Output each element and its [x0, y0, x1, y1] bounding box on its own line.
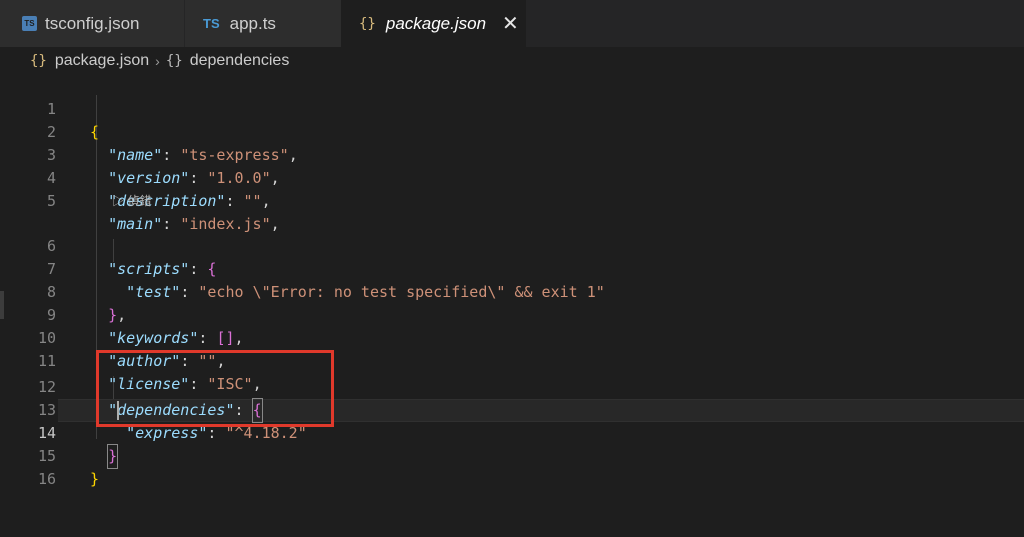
tab-app-ts[interactable]: TS app.ts: [185, 0, 341, 47]
code-line: 3 "version": "1.0.0",: [0, 121, 1024, 187]
run-icon: ▷: [112, 194, 125, 208]
tab-tsconfig[interactable]: TS tsconfig.json: [0, 0, 184, 47]
json-braces-icon: {}: [359, 15, 376, 32]
code-line: 5 "main": "index.js",: [0, 167, 1024, 233]
tab-label: package.json: [385, 13, 487, 33]
ts-text-icon: TS: [203, 16, 220, 31]
json-value: "": [243, 192, 262, 210]
code-line: 16: [0, 445, 1024, 488]
line-number: 16: [37, 470, 56, 488]
code-line: 9 "keywords": [],: [0, 281, 1024, 347]
tab-label: app.ts: [229, 13, 276, 33]
tab-bar: TS tsconfig.json TS app.ts {} package.js…: [0, 0, 1024, 47]
code-line: 4 "description": "",: [0, 144, 1024, 210]
debug-codelens[interactable]: ▷ 偵錯: [112, 191, 151, 211]
codelens-label: 偵錯: [127, 194, 152, 208]
code-line: 11 "license": "ISC",: [0, 327, 1024, 393]
breadcrumb-file[interactable]: package.json: [55, 52, 149, 70]
code-editor[interactable]: 1 { 2 "name": "ts-express", 3 "version":…: [0, 75, 1024, 488]
tab-package-json[interactable]: {} package.json ✕: [341, 0, 526, 47]
object-braces-icon: {}: [165, 53, 183, 69]
code-line: 2 "name": "ts-express",: [0, 98, 1024, 164]
code-line: 8 },: [0, 258, 1024, 324]
code-line: 1 {: [0, 75, 1024, 141]
annotation-highlight-box: [96, 350, 334, 427]
code-line: 7 "test": "echo \"Error: no test specifi…: [0, 235, 1024, 301]
line-number: 5: [46, 192, 56, 210]
code-line: 6 "scripts": {: [0, 212, 1024, 278]
close-icon[interactable]: ✕: [502, 11, 519, 36]
code-line: 10 "author": "",: [0, 304, 1024, 370]
line-code: }: [90, 470, 100, 488]
chevron-right-icon: ›: [155, 53, 160, 69]
json-braces-icon: {}: [30, 53, 47, 69]
breadcrumb-symbol[interactable]: dependencies: [190, 52, 290, 70]
ts-file-icon: TS: [22, 16, 37, 31]
tab-label: tsconfig.json: [45, 13, 140, 33]
breadcrumb: {} package.json › {} dependencies: [0, 47, 1024, 75]
